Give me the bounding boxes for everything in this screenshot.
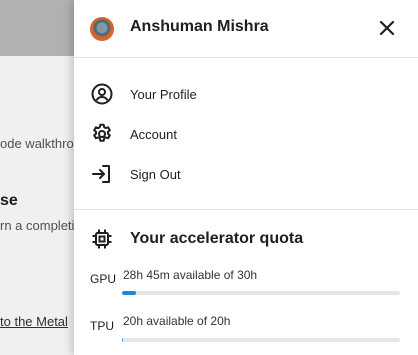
tpu-label: TPU — [90, 319, 114, 333]
menu-item-label: Sign Out — [130, 167, 181, 182]
section-divider — [74, 209, 418, 210]
user-name: Anshuman Mishra — [130, 18, 269, 35]
tpu-quota-bar — [122, 338, 400, 342]
quota-title: Your accelerator quota — [130, 230, 304, 247]
account-circle-icon — [90, 82, 114, 106]
tpu-quota-text: 20h available of 20h — [123, 314, 231, 328]
close-button[interactable] — [376, 17, 398, 39]
menu-item-sign-out[interactable]: Sign Out — [74, 156, 418, 192]
tpu-quota-fill — [122, 338, 124, 342]
menu-item-account[interactable]: Account — [74, 116, 418, 152]
panel-header: Anshuman Mishra — [74, 0, 418, 58]
avatar — [90, 17, 114, 41]
chip-icon — [90, 227, 114, 251]
menu-item-label: Account — [130, 127, 177, 142]
account-panel: Anshuman Mishra Your Profile Account Sig… — [74, 0, 418, 355]
gpu-quota-bar — [122, 291, 400, 295]
gear-icon — [90, 122, 114, 146]
menu-item-label: Your Profile — [130, 87, 197, 102]
gpu-quota-fill — [122, 291, 136, 295]
gpu-label: GPU — [90, 272, 117, 286]
gpu-quota-text: 28h 45m available of 30h — [123, 268, 258, 282]
sign-out-icon — [90, 162, 114, 186]
close-icon — [379, 20, 395, 36]
menu-item-your-profile[interactable]: Your Profile — [74, 76, 418, 112]
